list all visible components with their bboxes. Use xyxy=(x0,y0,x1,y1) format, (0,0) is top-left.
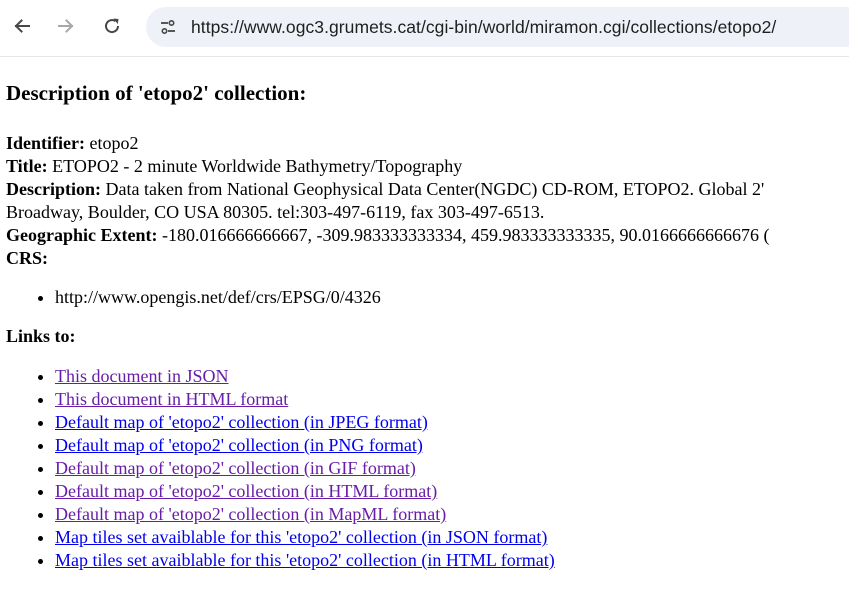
document-link[interactable]: Map tiles set avaiblable for this 'etopo… xyxy=(55,527,547,547)
link-list-item: Map tiles set avaiblable for this 'etopo… xyxy=(55,549,849,572)
reload-button[interactable] xyxy=(96,10,128,42)
extent-value: -180.016666666667, -309.983333333334, 45… xyxy=(161,225,770,245)
description-continuation: Broadway, Boulder, CO USA 80305. tel:303… xyxy=(6,201,849,224)
description-value-line2: Broadway, Boulder, CO USA 80305. tel:303… xyxy=(6,202,545,222)
address-bar[interactable]: https://www.ogc3.grumets.cat/cgi-bin/wor… xyxy=(146,7,849,47)
document-link[interactable]: Default map of 'etopo2' collection (in J… xyxy=(55,412,428,432)
title-value: ETOPO2 - 2 minute Worldwide Bathymetry/T… xyxy=(52,156,463,176)
document-link[interactable]: Default map of 'etopo2' collection (in P… xyxy=(55,435,423,455)
document-link[interactable]: Default map of 'etopo2' collection (in G… xyxy=(55,458,416,478)
link-list-item: Default map of 'etopo2' collection (in P… xyxy=(55,434,849,457)
page-title: Description of 'etopo2' collection: xyxy=(6,81,307,105)
site-settings-icon xyxy=(161,19,175,35)
document-link[interactable]: Default map of 'etopo2' collection (in H… xyxy=(55,481,437,501)
identifier-value: etopo2 xyxy=(89,133,139,153)
document-link[interactable]: This document in HTML format xyxy=(55,389,288,409)
title-label: Title: xyxy=(6,156,48,176)
link-list-item: Map tiles set avaiblable for this 'etopo… xyxy=(55,526,849,549)
url-text[interactable]: https://www.ogc3.grumets.cat/cgi-bin/wor… xyxy=(191,17,776,38)
links-list: This document in JSON This document in HT… xyxy=(6,365,849,572)
identifier-row: Identifier: etopo2 xyxy=(6,132,849,155)
description-value-line1: Data taken from National Geophysical Dat… xyxy=(105,179,765,199)
forward-arrow-icon xyxy=(58,19,74,33)
link-list-item: Default map of 'etopo2' collection (in M… xyxy=(55,503,849,526)
site-settings-button[interactable] xyxy=(154,13,182,41)
back-button[interactable] xyxy=(6,10,38,42)
extent-row: Geographic Extent: -180.016666666667, -3… xyxy=(6,224,849,247)
crs-item: http://www.opengis.net/def/crs/EPSG/0/43… xyxy=(55,286,849,309)
document-link[interactable]: Default map of 'etopo2' collection (in M… xyxy=(55,504,446,524)
back-arrow-icon xyxy=(14,19,30,33)
document-link[interactable]: This document in JSON xyxy=(55,366,229,386)
forward-button[interactable] xyxy=(50,10,82,42)
reload-icon xyxy=(105,18,120,34)
description-row: Description: Data taken from National Ge… xyxy=(6,178,849,201)
crs-label: CRS: xyxy=(6,248,49,268)
title-row: Title: ETOPO2 - 2 minute Worldwide Bathy… xyxy=(6,155,849,178)
link-list-item: Default map of 'etopo2' collection (in G… xyxy=(55,457,849,480)
browser-toolbar: https://www.ogc3.grumets.cat/cgi-bin/wor… xyxy=(0,0,849,57)
links-heading: Links to: xyxy=(6,326,76,346)
link-list-item: Default map of 'etopo2' collection (in H… xyxy=(55,480,849,503)
crs-row: CRS: xyxy=(6,247,849,270)
crs-list: http://www.opengis.net/def/crs/EPSG/0/43… xyxy=(6,286,849,309)
page-content: Description of 'etopo2' collection: Iden… xyxy=(6,78,849,572)
link-list-item: This document in HTML format xyxy=(55,388,849,411)
document-link[interactable]: Map tiles set avaiblable for this 'etopo… xyxy=(55,550,555,570)
link-list-item: This document in JSON xyxy=(55,365,849,388)
link-list-item: Default map of 'etopo2' collection (in J… xyxy=(55,411,849,434)
extent-label: Geographic Extent: xyxy=(6,225,158,245)
description-label: Description: xyxy=(6,179,101,199)
identifier-label: Identifier: xyxy=(6,133,85,153)
